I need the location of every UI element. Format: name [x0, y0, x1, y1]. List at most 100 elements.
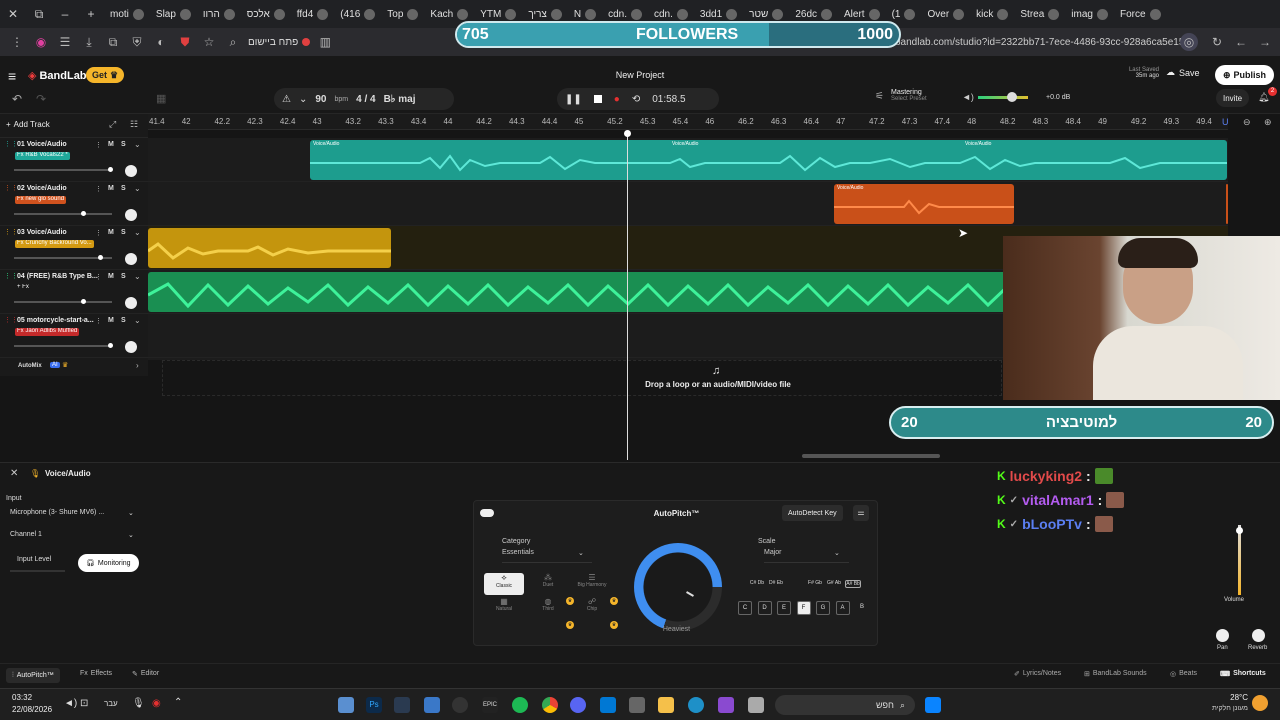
- chevron-down-icon[interactable]: ⌄: [134, 272, 141, 281]
- extension-icon[interactable]: ◉: [32, 33, 50, 51]
- browser-tab[interactable]: הרוו: [197, 0, 241, 28]
- track-pan-knob[interactable]: [125, 165, 137, 177]
- playhead[interactable]: [627, 132, 628, 460]
- browser-tab[interactable]: Force: [1114, 0, 1167, 28]
- solo-button[interactable]: S: [121, 141, 126, 148]
- speaker-icon[interactable]: ◄): [962, 92, 974, 102]
- window-icon[interactable]: [748, 697, 764, 713]
- key-button[interactable]: G: [816, 601, 830, 615]
- chevron-down-icon[interactable]: ⌄: [134, 228, 141, 237]
- volume-slider[interactable]: [1238, 525, 1241, 595]
- track-header[interactable]: ⋮⋮ 01 Voice/Audio Fx R&B Vocals22 * ⋮ M S ⌄: [0, 138, 148, 182]
- browser-tab[interactable]: ffd4: [291, 0, 335, 28]
- track-volume-slider[interactable]: [14, 257, 112, 259]
- automix-row[interactable]: AutoMix AI ♛ ›: [0, 358, 148, 376]
- mute-button[interactable]: M: [108, 141, 114, 148]
- mute-button[interactable]: M: [108, 229, 114, 236]
- track-header[interactable]: ⋮⋮ 03 Voice/Audio Fx Crunchy Backround Vo.…: [0, 226, 148, 270]
- language-indicator[interactable]: עבר: [104, 699, 118, 708]
- undo-icon[interactable]: ↶: [12, 92, 22, 106]
- loop-icon[interactable]: ⟲: [632, 94, 640, 105]
- minimize-icon[interactable]: –: [52, 0, 78, 28]
- channel-select[interactable]: Channel 1 ⌄: [10, 531, 140, 547]
- weather-desc[interactable]: מעונן חלקית: [1196, 705, 1248, 712]
- edge-icon[interactable]: [688, 697, 704, 713]
- track-pan-knob[interactable]: [125, 209, 137, 221]
- drag-handle-icon[interactable]: ⋮⋮: [4, 228, 18, 236]
- project-title[interactable]: New Project: [0, 70, 1280, 80]
- sidebar-icon[interactable]: ▥: [316, 33, 334, 51]
- autodetect-key-button[interactable]: AutoDetect Key: [782, 505, 843, 521]
- chevron-up-icon[interactable]: ⌃: [174, 697, 182, 708]
- spotify-icon[interactable]: [512, 697, 528, 713]
- browser-tab[interactable]: אלכס: [241, 0, 291, 28]
- restore-icon[interactable]: ⧉: [26, 0, 52, 28]
- more-icon[interactable]: ⋮: [95, 229, 102, 237]
- key-value[interactable]: B♭ maj: [384, 94, 416, 105]
- browser-tab[interactable]: Top: [381, 0, 424, 28]
- key-button[interactable]: E: [777, 601, 791, 615]
- time-signature[interactable]: 4 / 4: [356, 94, 375, 105]
- track-fx-badge[interactable]: Fx Crunchy Backround Vo...: [15, 240, 94, 248]
- mail-icon[interactable]: [600, 697, 616, 713]
- chrome-icon[interactable]: [542, 697, 558, 713]
- mute-button[interactable]: M: [108, 317, 114, 324]
- tab-autopitch[interactable]: ⫶ AutoPitch™: [6, 668, 60, 683]
- obs-icon[interactable]: [452, 697, 468, 713]
- track-volume-knob[interactable]: [98, 255, 104, 260]
- more-icon[interactable]: ⋮: [95, 273, 102, 281]
- more-icon[interactable]: ⋮: [95, 317, 102, 325]
- browser-tab[interactable]: Slap: [150, 0, 197, 28]
- epic-games-icon[interactable]: EPIC: [482, 697, 498, 713]
- bpm-value[interactable]: 90: [315, 94, 326, 105]
- weather-temp[interactable]: 28°C: [1228, 693, 1248, 702]
- sharp-key-button[interactable]: G# Ab: [826, 580, 842, 586]
- preset-classic[interactable]: ⟡ Classic: [484, 573, 524, 595]
- chevron-down-icon[interactable]: ⌄: [134, 316, 141, 325]
- adblock-icon[interactable]: ⛊: [176, 33, 194, 51]
- preset-third[interactable]: ◍ Third: [528, 597, 568, 619]
- timeline-ruler[interactable]: 41.4 42 42.2 42.3 42.4 43 43.2 43.3 43.4 44 44.2 44…: [148, 114, 1228, 130]
- record-icon[interactable]: ●: [614, 94, 620, 105]
- menu-icon[interactable]: ⋮: [8, 33, 26, 51]
- invite-button[interactable]: Invite: [1216, 89, 1250, 107]
- chevron-right-icon[interactable]: ›: [136, 361, 139, 370]
- scale-select[interactable]: Major ⌄: [764, 549, 849, 563]
- more-icon[interactable]: ⋮: [95, 185, 102, 193]
- horizontal-scrollbar[interactable]: [802, 454, 940, 458]
- audio-clip[interactable]: Voice/Audio Voice/Audio Voice/Audio: [310, 140, 1227, 180]
- drop-zone[interactable]: [162, 360, 1002, 396]
- download-icon[interactable]: ⤓: [80, 33, 98, 51]
- search-icon[interactable]: ⌕: [224, 33, 242, 51]
- drag-handle-icon[interactable]: ⋮⋮: [4, 316, 18, 324]
- playlist-icon[interactable]: ☰: [56, 33, 74, 51]
- zoom-in-icon[interactable]: ⊕: [1264, 117, 1272, 128]
- track-fx-badge[interactable]: Fx new glo sound: [15, 196, 67, 204]
- browser-tab[interactable]: Strea: [1014, 0, 1065, 28]
- snap-icon[interactable]: U: [1222, 117, 1229, 127]
- preset-natural[interactable]: ▦ Natural: [484, 597, 524, 619]
- file-explorer-icon[interactable]: [658, 697, 674, 713]
- drag-handle-icon[interactable]: ⋮⋮: [4, 184, 18, 192]
- taskbar-search[interactable]: חפש ⌕: [775, 695, 915, 715]
- solo-button[interactable]: S: [121, 273, 126, 280]
- browser-tab[interactable]: Over: [921, 0, 970, 28]
- store-icon[interactable]: [629, 697, 645, 713]
- master-volume-slider[interactable]: [978, 96, 1028, 99]
- mic-icon[interactable]: 🎙︎: [132, 698, 145, 709]
- tab-editor[interactable]: ✎ Editor: [132, 670, 159, 678]
- tab-effects[interactable]: Fx Effects: [80, 670, 112, 677]
- close-panel-icon[interactable]: ✕: [10, 468, 18, 479]
- lane-2[interactable]: Voice/Audio: [148, 182, 1228, 226]
- key-button[interactable]: C: [738, 601, 752, 615]
- app-icon[interactable]: [718, 697, 734, 713]
- record-tray-icon[interactable]: ◉: [152, 698, 161, 709]
- track-volume-slider[interactable]: [14, 169, 112, 171]
- chevron-down-icon[interactable]: ⌄: [134, 184, 141, 193]
- track-header[interactable]: ⋮⋮ 05 motorcycle-start-a... Fx Jaon Adlibs…: [0, 314, 148, 358]
- preset-big-harmony[interactable]: ☰ Big Harmony: [572, 573, 612, 595]
- track-name[interactable]: 02 Voice/Audio: [17, 185, 67, 192]
- mute-button[interactable]: M: [108, 185, 114, 192]
- redo-icon[interactable]: ↷: [36, 92, 46, 106]
- calculator-icon[interactable]: [338, 697, 354, 713]
